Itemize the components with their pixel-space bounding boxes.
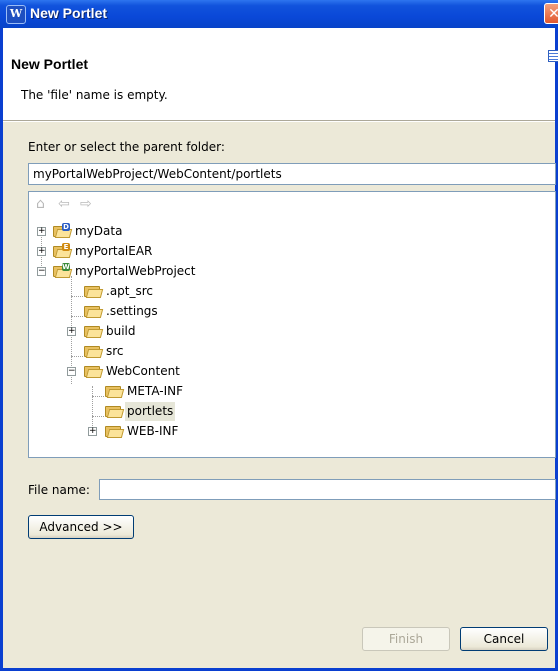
tree-item-label: META-INF bbox=[127, 384, 184, 398]
web-project-icon: W bbox=[53, 263, 73, 278]
file-name-label: File name: bbox=[28, 483, 90, 497]
folder-tree[interactable]: ⌂ ⇦ ⇨ + D myData + E myPortalEAR − W myP… bbox=[28, 191, 556, 458]
expand-icon[interactable]: + bbox=[67, 327, 76, 336]
project-folder-icon: D bbox=[53, 223, 73, 238]
parent-folder-label: Enter or select the parent folder: bbox=[28, 140, 225, 154]
close-button[interactable]: ✕ bbox=[544, 3, 558, 24]
title-bar[interactable]: W New Portlet ✕ bbox=[0, 0, 558, 28]
tree-item-portlets[interactable]: portlets bbox=[29, 402, 549, 421]
error-message: The 'file' name is empty. bbox=[21, 88, 168, 102]
tree-item-label: .settings bbox=[106, 304, 158, 318]
finish-button[interactable]: Finish bbox=[362, 627, 450, 651]
advanced-button[interactable]: Advanced >> bbox=[28, 515, 134, 539]
tree-item-label: WebContent bbox=[106, 364, 180, 378]
collapse-icon[interactable]: − bbox=[67, 367, 76, 376]
collapse-icon[interactable]: − bbox=[37, 267, 46, 276]
tree-item-web-inf[interactable]: + WEB-INF bbox=[29, 422, 549, 441]
wizard-banner-icon bbox=[548, 50, 558, 62]
tree-item-label: WEB-INF bbox=[127, 424, 179, 438]
tree-item-apt-src[interactable]: .apt_src bbox=[29, 282, 549, 301]
tree-item-meta-inf[interactable]: META-INF bbox=[29, 382, 549, 401]
back-icon[interactable]: ⇦ bbox=[58, 196, 70, 212]
tree-item-webcontent[interactable]: − WebContent bbox=[29, 362, 549, 381]
tree-item-label: build bbox=[106, 324, 136, 338]
tree-item-myportalear[interactable]: + E myPortalEAR bbox=[29, 242, 549, 261]
wizard-header: New Portlet The 'file' name is empty. bbox=[3, 28, 558, 121]
tree-item-label: myPortalWebProject bbox=[75, 264, 196, 278]
tree-item-label: src bbox=[106, 344, 124, 358]
tree-item-label-selected: portlets bbox=[125, 402, 176, 421]
page-title: New Portlet bbox=[11, 56, 89, 72]
tree-item-myportalwebproject[interactable]: − W myPortalWebProject bbox=[29, 262, 549, 281]
expand-icon[interactable]: + bbox=[37, 247, 46, 256]
window-title: New Portlet bbox=[30, 5, 108, 21]
tree-item-label: myData bbox=[75, 224, 123, 238]
folder-icon bbox=[84, 325, 104, 338]
websphere-icon: W bbox=[6, 5, 26, 24]
folder-icon bbox=[105, 385, 125, 398]
tree-item-label: myPortalEAR bbox=[75, 244, 153, 258]
tree-item-settings[interactable]: .settings bbox=[29, 302, 549, 321]
folder-icon bbox=[105, 405, 125, 418]
ear-project-icon: E bbox=[53, 243, 73, 258]
cancel-button[interactable]: Cancel bbox=[460, 627, 548, 651]
tree-item-mydata[interactable]: + D myData bbox=[29, 222, 549, 241]
folder-icon bbox=[105, 425, 125, 438]
forward-icon[interactable]: ⇨ bbox=[80, 196, 92, 212]
file-name-input[interactable] bbox=[99, 479, 556, 500]
new-portlet-dialog: W New Portlet ✕ New Portlet The 'file' n… bbox=[0, 0, 558, 671]
tree-item-build[interactable]: + build bbox=[29, 322, 549, 341]
expand-icon[interactable]: + bbox=[88, 427, 97, 436]
folder-icon bbox=[84, 365, 104, 378]
expand-icon[interactable]: + bbox=[37, 227, 46, 236]
tree-item-src[interactable]: src bbox=[29, 342, 549, 361]
home-icon[interactable]: ⌂ bbox=[36, 196, 45, 212]
header-divider bbox=[3, 121, 555, 122]
folder-icon bbox=[84, 305, 104, 318]
tree-item-label: .apt_src bbox=[106, 284, 154, 298]
folder-icon bbox=[84, 345, 104, 358]
folder-icon bbox=[84, 285, 104, 298]
parent-folder-input[interactable]: myPortalWebProject/WebContent/portlets bbox=[28, 163, 556, 185]
